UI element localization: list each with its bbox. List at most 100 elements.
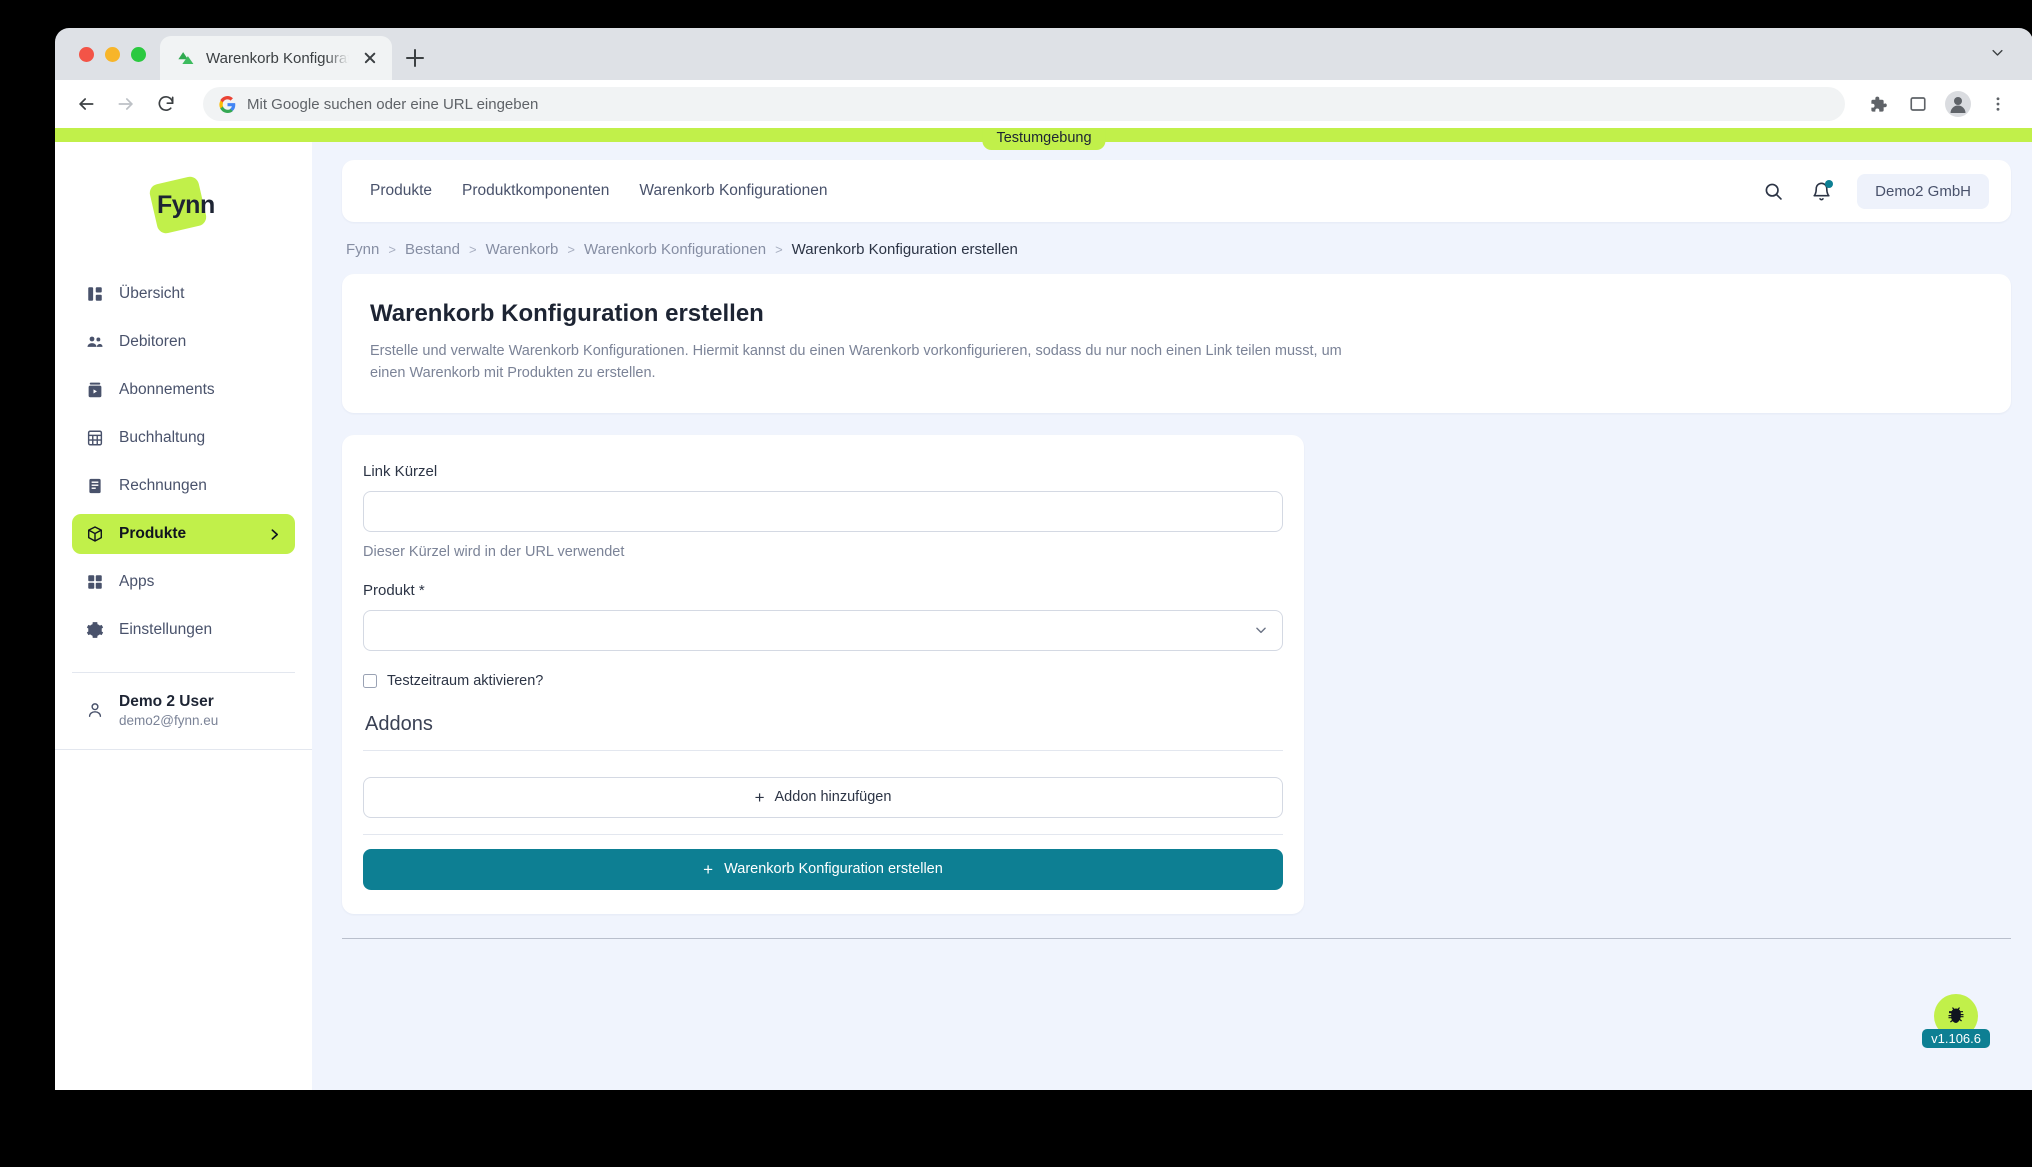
sidebar-item-debitoren[interactable]: Debitoren [72, 322, 295, 362]
sidebar-item-label: Einstellungen [119, 621, 213, 638]
link-kuerzel-field-group: Link Kürzel Dieser Kürzel wird in der UR… [363, 463, 1283, 560]
tab-search-chevron-down-icon[interactable] [1990, 45, 2005, 60]
gear-icon [86, 622, 104, 638]
main-content: Produkte Produktkomponenten Warenkorb Ko… [312, 142, 2032, 1090]
breadcrumb-separator: > [388, 242, 396, 257]
sidebar-item-buchhaltung[interactable]: Buchhaltung [72, 418, 295, 458]
browser-tab[interactable]: Warenkorb Konfiguration erstel [160, 36, 392, 80]
back-icon[interactable] [69, 87, 103, 121]
address-bar[interactable]: Mit Google suchen oder eine URL eingeben [203, 87, 1845, 121]
minimize-window-button[interactable] [105, 46, 120, 62]
page-title: Warenkorb Konfiguration erstellen [370, 300, 764, 327]
sidepanel-icon[interactable] [1901, 87, 1935, 121]
sidebar-item-einstellungen[interactable]: Einstellungen [72, 610, 295, 650]
extensions-icon[interactable] [1861, 87, 1895, 121]
maximize-window-button[interactable] [131, 46, 146, 62]
fynn-favicon [178, 51, 194, 64]
sidebar-divider [72, 672, 295, 673]
link-kuerzel-label: Link Kürzel [363, 462, 438, 480]
plus-icon: + [754, 787, 765, 807]
produkt-label: Produkt * [363, 581, 425, 599]
sidebar-item-abonnements[interactable]: Abonnements [72, 370, 295, 410]
testzeitraum-checkbox-row[interactable]: Testzeitraum aktivieren? [363, 673, 1283, 689]
produkt-select[interactable] [363, 609, 1283, 651]
plus-icon: + [703, 859, 714, 879]
testzeitraum-checkbox[interactable] [363, 673, 377, 688]
environment-banner-label: Testumgebung [982, 128, 1106, 150]
breadcrumb-item-bestand[interactable]: Bestand [405, 241, 460, 258]
top-navbar: Produkte Produktkomponenten Warenkorb Ko… [342, 160, 2011, 222]
sidebar-bottom-divider [55, 749, 312, 750]
content-bottom-divider [342, 937, 2011, 939]
address-bar-text: Mit Google suchen oder eine URL eingeben [247, 95, 539, 113]
breadcrumb: Fynn > Bestand > Warenkorb > Warenkorb K… [342, 222, 2011, 274]
sidebar-user-name: Demo 2 User [119, 692, 214, 710]
notification-badge-dot [1825, 180, 1834, 188]
top-nav-produktkomponenten[interactable]: Produktkomponenten [462, 182, 609, 200]
sidebar-item-rechnungen[interactable]: Rechnungen [72, 466, 295, 506]
browser-toolbar: Mit Google suchen oder eine URL eingeben [55, 80, 2032, 128]
bell-icon[interactable] [1809, 179, 1834, 203]
add-addon-button[interactable]: + Addon hinzufügen [363, 776, 1283, 818]
page-header-card: Warenkorb Konfiguration erstellen Erstel… [342, 274, 2011, 413]
chevron-right-icon [271, 528, 279, 540]
sidebar-item-label: Produkte [119, 525, 187, 542]
breadcrumb-item-current: Warenkorb Konfiguration erstellen [791, 241, 1018, 258]
browser-tab-title: Warenkorb Konfiguration erstel [206, 49, 349, 67]
produkt-field-group: Produkt * [363, 582, 1283, 651]
close-tab-button[interactable] [360, 48, 380, 68]
profile-avatar-icon[interactable] [1941, 87, 1975, 121]
page-subtitle: Erstelle und verwalte Warenkorb Konfigur… [370, 343, 1342, 381]
link-kuerzel-input[interactable] [363, 490, 1283, 532]
browser-window: Warenkorb Konfiguration erstel [55, 28, 2032, 1090]
sidebar-item-produkte[interactable]: Produkte [72, 514, 295, 554]
submit-button-label: Warenkorb Konfiguration erstellen [724, 861, 943, 877]
sidebar-nav: Übersicht Debitoren Abonnements Buchhalt… [55, 252, 312, 654]
sidebar-item-label: Rechnungen [119, 477, 207, 494]
bug-icon [1948, 1007, 1964, 1023]
breadcrumb-separator: > [469, 242, 477, 257]
new-tab-button[interactable] [392, 36, 438, 80]
breadcrumb-separator: > [567, 242, 575, 257]
top-nav-produkte[interactable]: Produkte [370, 182, 432, 200]
top-navbar-links: Produkte Produktkomponenten Warenkorb Ko… [370, 182, 1761, 200]
close-window-button[interactable] [79, 46, 94, 62]
forward-icon[interactable] [109, 87, 143, 121]
breadcrumb-separator: > [775, 242, 783, 257]
sidebar-item-label: Übersicht [119, 285, 185, 302]
sidebar-user-profile[interactable]: Demo 2 User demo2@fynn.eu [55, 687, 312, 733]
submit-button[interactable]: + Warenkorb Konfiguration erstellen [363, 848, 1283, 890]
breadcrumb-item-warenkorb[interactable]: Warenkorb [486, 241, 559, 258]
breadcrumb-item-fynn[interactable]: Fynn [346, 241, 379, 258]
company-switcher[interactable]: Demo2 GmbH [1857, 173, 1989, 209]
reload-icon[interactable] [149, 87, 183, 121]
app-logo[interactable]: Fynn [55, 160, 312, 252]
dashboard-icon [88, 287, 102, 301]
environment-banner: Testumgebung [55, 128, 2032, 150]
search-icon[interactable] [1761, 179, 1785, 203]
sidebar-item-apps[interactable]: Apps [72, 562, 295, 602]
logo-text: Fynn [157, 191, 215, 219]
plus-icon [406, 49, 424, 67]
browser-tabstrip: Warenkorb Konfiguration erstel [55, 28, 2032, 80]
window-traffic-lights [73, 28, 160, 80]
debug-fab-wrapper: v1.106.6 [1922, 994, 1990, 1048]
sidebar-item-label: Debitoren [119, 333, 187, 350]
breadcrumb-item-warenkorb-konfigurationen[interactable]: Warenkorb Konfigurationen [584, 241, 766, 258]
top-nav-warenkorb-konfigurationen[interactable]: Warenkorb Konfigurationen [639, 182, 827, 200]
sidebar-item-label: Apps [119, 573, 155, 590]
configuration-form-card: Link Kürzel Dieser Kürzel wird in der UR… [342, 434, 1304, 914]
invoice-icon [89, 478, 101, 494]
page-viewport: Testumgebung Fynn Übersicht Debitoren Ab… [55, 128, 2032, 1090]
sidebar-item-label: Buchhaltung [119, 429, 206, 446]
addons-section-title: Addons [365, 712, 433, 735]
chrome-menu-icon[interactable] [1981, 87, 2015, 121]
sidebar-item-uebersicht[interactable]: Übersicht [72, 274, 295, 314]
link-kuerzel-hint: Dieser Kürzel wird in der URL verwendet [363, 543, 625, 560]
sidebar-item-label: Abonnements [119, 381, 215, 398]
sidebar-user-email: demo2@fynn.eu [119, 712, 219, 728]
google-icon [219, 95, 236, 113]
users-icon [87, 336, 103, 347]
form-divider [363, 833, 1283, 835]
testzeitraum-label: Testzeitraum aktivieren? [387, 672, 544, 689]
